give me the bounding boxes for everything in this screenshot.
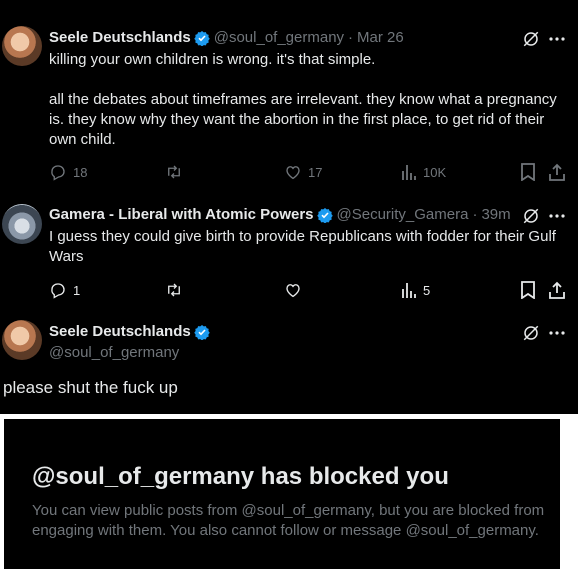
blocked-title: @soul_of_germany has blocked you: [32, 463, 449, 490]
post-header: Seele Deutschlands: [49, 323, 210, 340]
views-count: 5: [423, 282, 431, 298]
verified-badge-icon: [194, 324, 210, 340]
like-icon: [286, 166, 300, 180]
avatar[interactable]: [2, 320, 42, 360]
post-time[interactable]: Mar 26: [357, 29, 404, 46]
like-icon: [286, 284, 300, 298]
author-name[interactable]: Gamera - Liberal with Atomic Powers: [49, 206, 314, 223]
views-button[interactable]: 5: [401, 281, 430, 299]
reply-button[interactable]: 18: [49, 163, 87, 181]
grok-icon[interactable]: [522, 324, 540, 342]
bookmark-icon[interactable]: [520, 163, 536, 181]
share-icon[interactable]: [548, 281, 566, 299]
separator-dot: ·: [348, 29, 354, 46]
retweet-button[interactable]: [164, 163, 184, 181]
post-text: I guess they could give birth to provide…: [49, 228, 561, 265]
share-icon[interactable]: [548, 163, 566, 181]
reply-count: 1: [73, 282, 81, 298]
grok-icon[interactable]: [522, 30, 540, 48]
author-handle[interactable]: @Security_Gamera: [337, 206, 469, 223]
views-icon: [402, 165, 416, 180]
reply-icon: [51, 283, 65, 299]
post-time[interactable]: 39m: [481, 206, 510, 223]
reply-icon: [51, 165, 65, 181]
reply-count: 18: [73, 164, 88, 180]
post-header: Gamera - Liberal with Atomic Powers @Sec…: [49, 206, 511, 223]
reply-button[interactable]: 1: [49, 281, 80, 299]
like-button[interactable]: [284, 281, 302, 299]
blocked-notice: @soul_of_germany has blocked you You can…: [4, 419, 560, 569]
author-handle[interactable]: @soul_of_germany: [49, 344, 179, 361]
blocked-description: You can view public posts from @soul_of_…: [32, 502, 545, 539]
grok-icon[interactable]: [522, 207, 540, 225]
post-header: Seele Deutschlands @soul_of_germany · Ma…: [49, 29, 404, 46]
author-name[interactable]: Seele Deutschlands: [49, 323, 191, 340]
author-handle-line: @soul_of_germany: [49, 344, 179, 361]
like-button[interactable]: 17: [284, 163, 322, 181]
post-text: killing your own children is wrong. it's…: [49, 51, 557, 148]
verified-badge-icon: [316, 207, 333, 223]
post-text: please shut the fuck up: [3, 378, 178, 397]
avatar[interactable]: [2, 26, 42, 66]
more-icon[interactable]: [549, 330, 565, 336]
retweet-button[interactable]: [164, 281, 184, 299]
bookmark-icon[interactable]: [520, 281, 536, 299]
retweet-icon: [168, 283, 180, 297]
like-count: 17: [308, 164, 323, 180]
separator-dot: ·: [472, 206, 478, 223]
verified-badge-icon: [194, 30, 210, 46]
author-handle[interactable]: @soul_of_germany: [214, 29, 344, 46]
avatar[interactable]: [2, 204, 42, 244]
more-icon[interactable]: [549, 213, 565, 219]
views-icon: [402, 283, 416, 298]
views-count: 10K: [423, 164, 447, 180]
retweet-icon: [168, 165, 180, 179]
thread-panel: Seele Deutschlands @soul_of_germany · Ma…: [0, 0, 578, 414]
views-button[interactable]: 10K: [401, 163, 446, 181]
more-icon[interactable]: [549, 36, 565, 42]
author-name[interactable]: Seele Deutschlands: [49, 29, 191, 46]
